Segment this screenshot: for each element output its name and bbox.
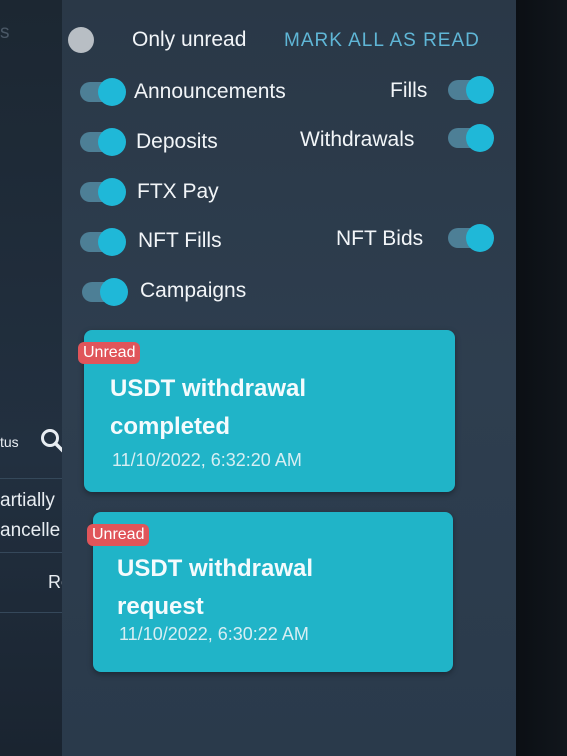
announcements-label: Announcements [134, 80, 286, 103]
campaigns-label: Campaigns [140, 279, 247, 302]
nft-fills-toggle[interactable] [80, 228, 126, 256]
status-filter-label: tus [0, 434, 19, 450]
nft-fills-label: NFT Fills [138, 229, 222, 252]
toggle-knob [466, 76, 494, 104]
fills-label: Fills [390, 79, 428, 102]
toggle-knob [98, 78, 126, 106]
nft-bids-label: NFT Bids [336, 227, 424, 250]
ftx-pay-label: FTX Pay [137, 180, 219, 203]
only-unread-label: Only unread [132, 28, 247, 51]
notification-timestamp: 11/10/2022, 6:32:20 AM [112, 450, 302, 470]
only-unread-toggle[interactable] [68, 27, 94, 53]
unread-badge: Unread [87, 524, 150, 546]
withdrawals-label: Withdrawals [300, 128, 415, 151]
toggle-knob [100, 278, 128, 306]
partial-header-text: s [0, 22, 10, 43]
ftx-pay-toggle[interactable] [80, 178, 126, 206]
announcements-toggle[interactable] [80, 78, 126, 106]
notification-title-line: USDT withdrawal [110, 375, 307, 402]
notification-title-line: USDT withdrawal [117, 555, 314, 582]
toggle-knob [98, 228, 126, 256]
deposits-toggle[interactable] [80, 128, 126, 156]
toggle-knob [68, 27, 94, 53]
notification-title-line: request [117, 593, 204, 620]
toggle-knob [466, 124, 494, 152]
notification-title: USDT withdrawal request [117, 550, 313, 626]
campaigns-toggle[interactable] [82, 278, 128, 306]
notification-title: USDT withdrawal completed [110, 370, 306, 446]
screen-edge [516, 0, 567, 756]
fills-toggle[interactable] [448, 76, 494, 104]
notification-title-line: completed [110, 413, 231, 440]
notification-card[interactable]: Unread USDT withdrawal completed 11/10/2… [78, 330, 455, 492]
toggle-knob [98, 178, 126, 206]
unread-badge: Unread [78, 342, 141, 364]
toggle-knob [98, 128, 126, 156]
order-status-cancelled: ancelle [0, 520, 61, 541]
toggle-knob [466, 224, 494, 252]
notification-card[interactable]: Unread USDT withdrawal request 11/10/202… [87, 512, 453, 672]
order-status-partially: artially [0, 490, 55, 511]
withdrawals-toggle[interactable] [448, 124, 494, 152]
notification-timestamp: 11/10/2022, 6:30:22 AM [119, 624, 309, 644]
nft-bids-toggle[interactable] [448, 224, 494, 252]
deposits-label: Deposits [136, 130, 218, 153]
mark-all-as-read-button[interactable]: MARK ALL AS READ [284, 30, 480, 52]
